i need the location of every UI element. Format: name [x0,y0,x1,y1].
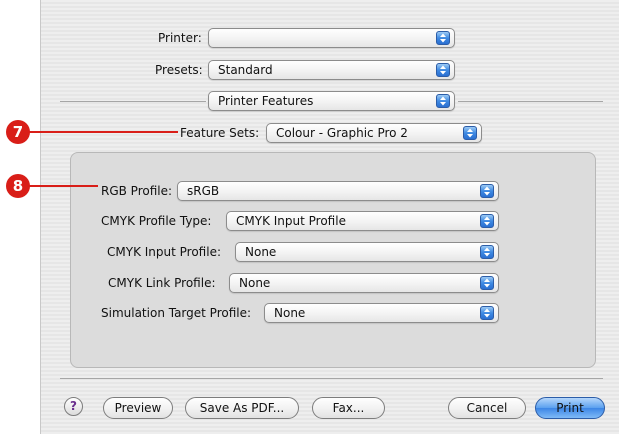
feature-sets-label: Feature Sets: [180,126,260,140]
cmyk-profile-type-value: CMYK Input Profile [236,214,346,228]
cmyk-link-profile-popup[interactable]: None [229,273,499,293]
updown-arrows-icon [463,126,477,140]
rgb-profile-value: sRGB [187,184,220,198]
updown-arrows-icon [480,245,494,259]
feature-sets-popup[interactable]: Colour - Graphic Pro 2 [266,123,482,143]
rgb-profile-label: RGB Profile: [101,184,173,198]
updown-arrows-icon [480,276,494,290]
callout-7-line [28,131,178,133]
print-button[interactable]: Print [535,397,605,419]
feature-sets-value: Colour - Graphic Pro 2 [276,126,408,140]
rgb-profile-popup[interactable]: sRGB [177,181,499,201]
updown-arrows-icon [480,214,494,228]
separator-right [458,101,603,102]
cmyk-input-profile-label: CMYK Input Profile: [107,245,221,259]
simulation-target-profile-value: None [274,306,306,320]
updown-arrows-icon [480,184,494,198]
bottom-separator [60,378,603,379]
updown-arrows-icon [480,306,494,320]
presets-label: Presets: [155,63,203,77]
updown-arrows-icon [436,94,450,108]
cmyk-link-profile-value: None [239,276,271,290]
callout-7: 7 [6,120,30,144]
printer-popup[interactable] [208,28,455,48]
callout-8: 8 [6,174,30,198]
printer-label: Printer: [158,31,202,45]
presets-value: Standard [218,63,273,77]
updown-arrows-icon [436,63,450,77]
callout-8-line [28,185,98,187]
panel-popup[interactable]: Printer Features [208,91,455,111]
save-as-pdf-button[interactable]: Save As PDF... [185,397,299,419]
help-button[interactable]: ? [64,397,83,416]
updown-arrows-icon [436,31,450,45]
cmyk-profile-type-popup[interactable]: CMYK Input Profile [226,211,499,231]
panel-value: Printer Features [218,94,314,108]
presets-popup[interactable]: Standard [208,60,455,80]
simulation-target-profile-label: Simulation Target Profile: [101,306,252,320]
cancel-button[interactable]: Cancel [448,397,526,419]
separator-left [60,101,206,102]
cmyk-link-profile-label: CMYK Link Profile: [108,276,216,290]
cmyk-profile-type-label: CMYK Profile Type: [101,214,212,228]
simulation-target-profile-popup[interactable]: None [264,303,499,323]
cmyk-input-profile-popup[interactable]: None [235,242,499,262]
cmyk-input-profile-value: None [245,245,277,259]
fax-button[interactable]: Fax... [312,397,385,419]
preview-button[interactable]: Preview [103,397,173,419]
